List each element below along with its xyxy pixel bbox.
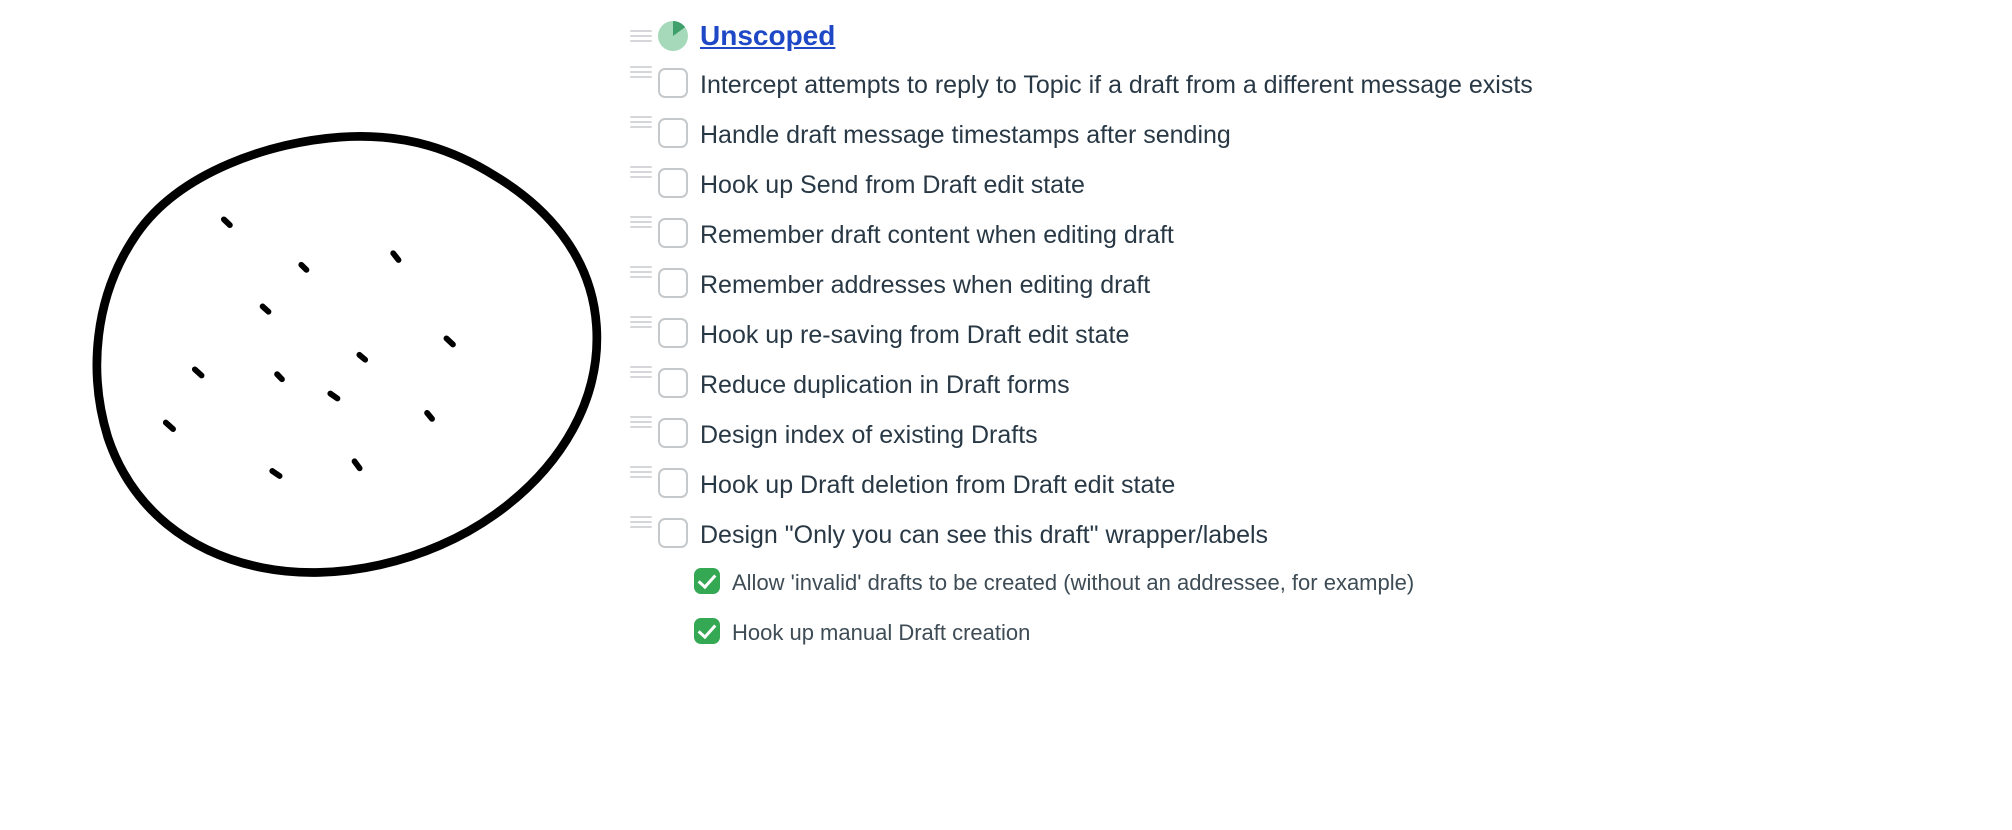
task-row: Hook up Draft deletion from Draft edit s… <box>630 462 1972 512</box>
task-checkbox[interactable] <box>694 618 720 644</box>
drag-handle-icon[interactable] <box>630 366 652 378</box>
task-text: Design index of existing Drafts <box>700 416 1038 453</box>
drag-handle-icon[interactable] <box>630 316 652 328</box>
drag-handle-icon[interactable] <box>630 30 652 42</box>
task-text: Hook up Send from Draft edit state <box>700 166 1085 203</box>
task-text: Hook up re-saving from Draft edit state <box>700 316 1129 353</box>
task-text: Reduce duplication in Draft forms <box>700 366 1070 403</box>
task-text: Hook up Draft deletion from Draft edit s… <box>700 466 1175 503</box>
task-text: Remember draft content when editing draf… <box>700 216 1174 253</box>
task-checkbox[interactable] <box>658 218 688 248</box>
task-text: Hook up manual Draft creation <box>732 616 1030 648</box>
illustration-panel <box>0 20 630 657</box>
task-row: Remember draft content when editing draf… <box>630 212 1972 262</box>
task-row: Reduce duplication in Draft forms <box>630 362 1972 412</box>
task-checkbox[interactable] <box>658 518 688 548</box>
drag-handle-icon[interactable] <box>630 66 652 78</box>
drag-handle-icon[interactable] <box>630 116 652 128</box>
task-row: Design index of existing Drafts <box>630 412 1972 462</box>
task-list-panel: Unscoped Intercept attempts to reply to … <box>630 20 2012 662</box>
task-text: Remember addresses when editing draft <box>700 266 1150 303</box>
progress-pie-icon <box>658 21 688 51</box>
task-row: Allow 'invalid' drafts to be created (wi… <box>630 562 1972 612</box>
task-checkbox[interactable] <box>658 418 688 448</box>
task-row: Handle draft message timestamps after se… <box>630 112 1972 162</box>
task-row: Hook up Send from Draft edit state <box>630 162 1972 212</box>
task-checkbox[interactable] <box>694 568 720 594</box>
drag-handle-icon[interactable] <box>630 416 652 428</box>
task-checkbox[interactable] <box>658 318 688 348</box>
drag-handle-icon[interactable] <box>630 466 652 478</box>
task-text: Design "Only you can see this draft" wra… <box>700 516 1268 553</box>
drag-handle-icon[interactable] <box>630 266 652 278</box>
task-checkbox[interactable] <box>658 168 688 198</box>
list-header: Unscoped <box>630 20 1972 52</box>
task-row: Hook up re-saving from Draft edit state <box>630 312 1972 362</box>
task-row: Hook up manual Draft creation <box>630 612 1972 662</box>
task-row: Intercept attempts to reply to Topic if … <box>630 62 1972 112</box>
task-checkbox[interactable] <box>658 468 688 498</box>
task-text: Intercept attempts to reply to Topic if … <box>700 66 1533 103</box>
task-checkbox[interactable] <box>658 368 688 398</box>
tasks-container: Intercept attempts to reply to Topic if … <box>630 62 1972 662</box>
drag-handle-icon[interactable] <box>630 216 652 228</box>
drag-handle-icon[interactable] <box>630 166 652 178</box>
task-checkbox[interactable] <box>658 68 688 98</box>
task-checkbox[interactable] <box>658 268 688 298</box>
task-checkbox[interactable] <box>658 118 688 148</box>
task-text: Handle draft message timestamps after se… <box>700 116 1231 153</box>
task-row: Design "Only you can see this draft" wra… <box>630 512 1972 562</box>
drag-handle-icon[interactable] <box>630 516 652 528</box>
potato-blob-sketch <box>40 50 640 650</box>
task-row: Remember addresses when editing draft <box>630 262 1972 312</box>
section-title-link[interactable]: Unscoped <box>700 20 835 52</box>
task-text: Allow 'invalid' drafts to be created (wi… <box>732 566 1414 598</box>
